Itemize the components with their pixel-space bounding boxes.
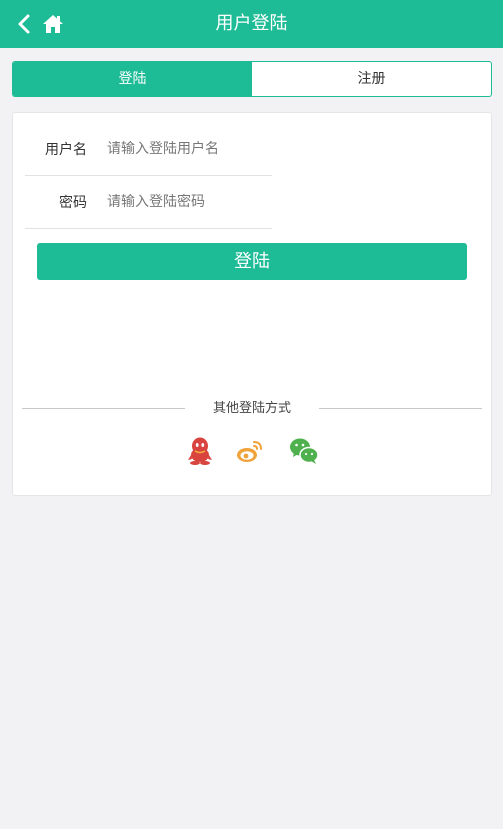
- password-row: 密码: [25, 176, 272, 229]
- weibo-icon[interactable]: [235, 436, 265, 466]
- username-row: 用户名: [25, 123, 272, 176]
- page-title: 用户登陆: [215, 13, 288, 34]
- divider-line-right: [319, 408, 482, 409]
- tab-login[interactable]: 登陆: [13, 62, 252, 96]
- app-header: 用户登陆: [0, 0, 503, 48]
- username-label: 用户名: [45, 142, 87, 158]
- password-input[interactable]: [107, 194, 267, 210]
- login-card: 用户名 密码 登陆 其他登陆方式: [12, 112, 492, 496]
- login-register-tabs: 登陆 注册: [12, 61, 492, 97]
- tab-register[interactable]: 注册: [252, 62, 491, 96]
- qq-icon[interactable]: [185, 436, 215, 466]
- login-button[interactable]: 登陆: [37, 243, 467, 280]
- wechat-icon[interactable]: [289, 436, 319, 466]
- other-login-label: 其他登陆方式: [212, 401, 291, 416]
- other-login-divider: 其他登陆方式: [22, 399, 482, 419]
- username-input[interactable]: [107, 141, 267, 157]
- password-label: 密码: [59, 195, 87, 211]
- social-login-icons: [13, 436, 491, 466]
